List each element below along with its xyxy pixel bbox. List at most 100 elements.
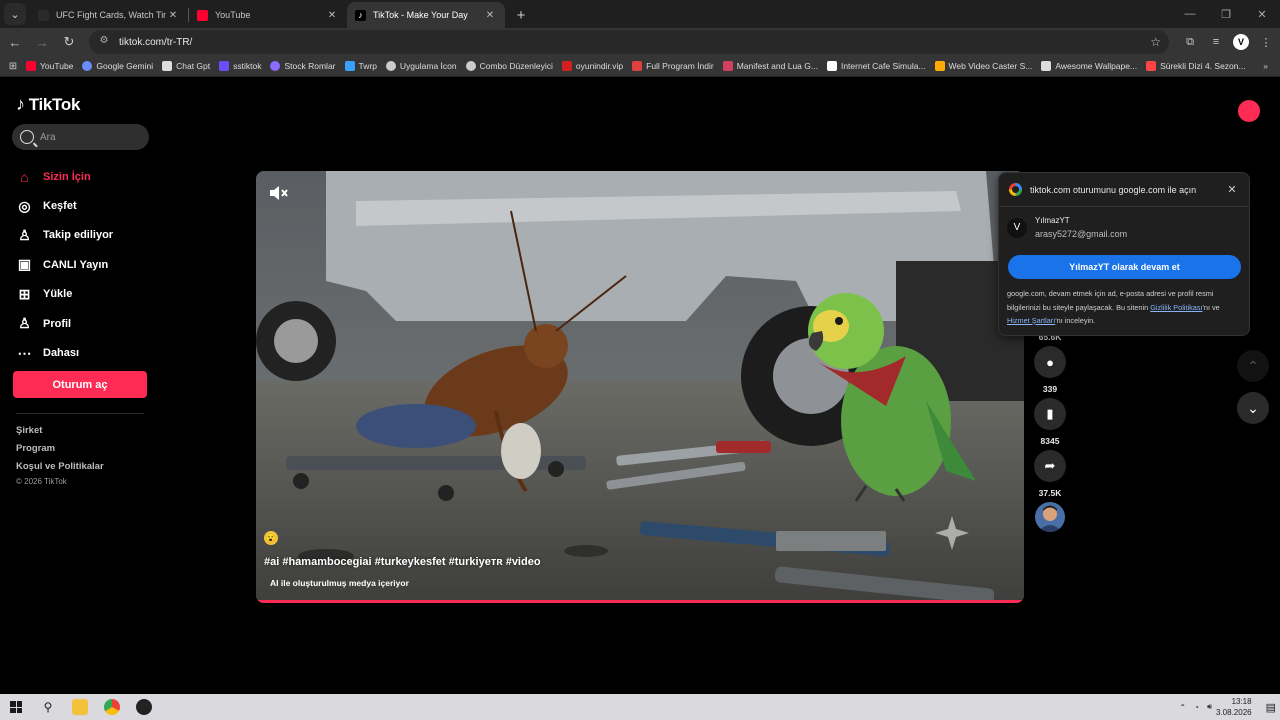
share-arrow-icon[interactable]: ➦ (1034, 450, 1066, 482)
file-explorer-icon[interactable] (64, 694, 96, 720)
disclaimer-text: 'nı inceleyin. (1055, 316, 1096, 325)
music-disc-avatar[interactable] (1035, 502, 1065, 532)
dizi-icon (1146, 61, 1157, 71)
nav-item-profile[interactable]: ♙ Profil (16, 309, 156, 338)
bookmark-item[interactable]: Twrp (344, 61, 377, 71)
share-action[interactable]: ➦ 37.5K (1034, 450, 1066, 498)
search-input[interactable] (40, 131, 140, 143)
comment-count: 339 (1042, 384, 1058, 394)
extensions-icon[interactable]: ⧉ (1177, 30, 1203, 54)
bookmark-icon[interactable]: ▮ (1034, 398, 1066, 430)
start-button[interactable] (0, 694, 32, 720)
youtube-favicon-icon (197, 9, 208, 21)
system-clock[interactable]: 13:18 3.08.2026 (1216, 696, 1252, 718)
footer-link-program[interactable]: Program (16, 443, 104, 461)
popup-title: tiktok.com oturumunu google.com ile açın (1030, 184, 1197, 195)
bookmark-item[interactable]: sstiktok (219, 61, 261, 71)
minimize-icon[interactable]: — (1172, 0, 1208, 28)
tab-youtube[interactable]: YouTube ✕ (189, 2, 347, 28)
bookmark-item[interactable]: Full Program İndir (632, 61, 714, 71)
bookmark-label: Sürekli Dizi 4. Sezon... (1160, 61, 1246, 71)
nav-item-more[interactable]: ⋯ Dahası (16, 338, 156, 367)
app-icon[interactable] (128, 694, 160, 720)
footer-link-company[interactable]: Şirket (16, 425, 104, 443)
new-tab-button[interactable]: + (511, 5, 531, 25)
tab-ufc[interactable]: UFC Fight Cards, Watch Times, ... ✕ (30, 2, 188, 28)
address-bar[interactable]: ⚙ tiktok.com/tr-TR/ ☆ (89, 30, 1169, 54)
nav-item-upload[interactable]: ⊞ Yükle (16, 280, 156, 309)
comment-icon[interactable]: ● (1034, 346, 1066, 378)
close-tab-icon[interactable]: ✕ (166, 10, 180, 21)
logo-text: TikTok (28, 94, 81, 114)
bookmark-label: Web Video Caster S... (948, 61, 1033, 71)
bookmark-label: Stock Romlar (284, 61, 336, 71)
login-button[interactable]: Oturum aç (13, 371, 147, 398)
nav-item-live[interactable]: ▣ CANLI Yayın (16, 250, 156, 279)
muted-speaker-icon[interactable] (268, 183, 290, 203)
bookmark-item[interactable]: Stock Romlar (270, 61, 336, 71)
bookmark-item[interactable]: YouTube (26, 61, 73, 71)
nav-item-following[interactable]: ♙ Takip ediliyor (16, 221, 156, 250)
terms-of-service-link[interactable]: Hizmet Şartları (1007, 316, 1055, 325)
close-icon[interactable]: ✕ (1225, 183, 1239, 196)
video-player[interactable]: 😮 #ai #hamambocegiai #turkeykesfet #turk… (256, 171, 1024, 603)
manifest-icon (722, 61, 733, 71)
privacy-policy-link[interactable]: Gizlilik Politikası (1150, 303, 1202, 312)
bookmark-item[interactable]: Google Gemini (82, 61, 153, 71)
chrome-icon[interactable] (96, 694, 128, 720)
site-info-icon[interactable]: ⚙ (97, 35, 111, 49)
media-controls-icon[interactable]: ≡ (1203, 30, 1229, 54)
bookmark-label: sstiktok (233, 61, 262, 71)
chrome-menu-icon[interactable]: ⋮ (1253, 30, 1279, 54)
profile-avatar-icon[interactable]: V (1233, 34, 1249, 50)
bookmark-item[interactable]: Combo Düzenleyici (465, 61, 553, 71)
video-caption[interactable]: #ai #hamambocegiai #turkeykesfet #turkiy… (264, 556, 541, 568)
network-icon[interactable]: ◔ (1194, 703, 1199, 712)
reload-icon[interactable]: ↻ (57, 30, 81, 54)
bookmark-item[interactable]: Internet Cafe Simula... (826, 61, 926, 71)
close-tab-icon[interactable]: ✕ (483, 10, 497, 21)
bookmark-label: Chat Gpt (176, 61, 211, 71)
bookmark-item[interactable]: Web Video Caster S... (934, 61, 1033, 71)
restore-icon[interactable]: ❐ (1208, 0, 1244, 28)
bookmark-item[interactable]: Awesome Wallpape... (1041, 61, 1137, 71)
notifications-icon[interactable]: ▤ (1266, 701, 1276, 714)
volume-icon[interactable]: 🔊︎ (1207, 702, 1212, 712)
video-caster-icon (934, 61, 945, 71)
bookmarks-overflow-icon[interactable]: » (1263, 61, 1268, 71)
bookmark-item[interactable]: Manifest and Lua G... (722, 61, 818, 71)
nav-item-explore[interactable]: ◎ Keşfet (16, 191, 156, 220)
next-video-button[interactable]: ⌄ (1237, 392, 1269, 424)
tiktok-corner-avatar[interactable] (1238, 100, 1260, 122)
back-icon[interactable]: ← (3, 30, 27, 54)
nav-label: CANLI Yayın (43, 258, 109, 271)
tab-search-button[interactable]: ⌄ (4, 3, 26, 25)
apps-grid-icon[interactable]: ⊞ (0, 61, 26, 72)
tab-tiktok[interactable]: ♪ TikTok - Make Your Day ✕ (347, 2, 505, 28)
browser-tab-strip: ⌄ UFC Fight Cards, Watch Times, ... ✕ Yo… (0, 0, 1280, 28)
nav-item-for-you[interactable]: ⌂ Sizin İçin (16, 162, 156, 191)
close-tab-icon[interactable]: ✕ (325, 10, 339, 21)
bookmark-item[interactable]: Uygulama İcon (385, 61, 457, 71)
bookmark-star-icon[interactable]: ☆ (1150, 35, 1161, 49)
comment-action[interactable]: ● 339 (1034, 346, 1066, 394)
continue-as-button[interactable]: YılmazYT olarak devam et (1008, 255, 1241, 279)
window-controls: — ❐ ✕ (1172, 0, 1280, 28)
close-window-icon[interactable]: ✕ (1244, 0, 1280, 28)
previous-video-button[interactable]: ⌃ (1237, 350, 1269, 382)
url-text[interactable]: tiktok.com/tr-TR/ (119, 37, 1150, 48)
bookmark-item[interactable]: Sürekli Dizi 4. Sezon... (1146, 61, 1246, 71)
tiktok-favicon-icon: ♪ (355, 9, 366, 21)
video-progress-bar[interactable] (256, 600, 1024, 603)
gemini-icon (82, 61, 93, 71)
tiktok-logo[interactable]: ♪ TikTok (16, 94, 80, 115)
search-box[interactable] (12, 124, 149, 150)
google-account-row[interactable]: V YılmazYT arasy5272@gmail.com (1007, 216, 1127, 239)
forward-icon[interactable]: → (30, 30, 54, 54)
bookmark-item[interactable]: Chat Gpt (162, 61, 210, 71)
bookmark-item[interactable]: oyunindir.vip (561, 61, 623, 71)
save-action[interactable]: ▮ 8345 (1034, 398, 1066, 446)
google-one-tap-popup: tiktok.com oturumunu google.com ile açın… (998, 172, 1250, 336)
search-icon[interactable]: ⚲ (32, 694, 64, 720)
tray-overflow-icon[interactable]: ⌃ (1179, 703, 1186, 712)
